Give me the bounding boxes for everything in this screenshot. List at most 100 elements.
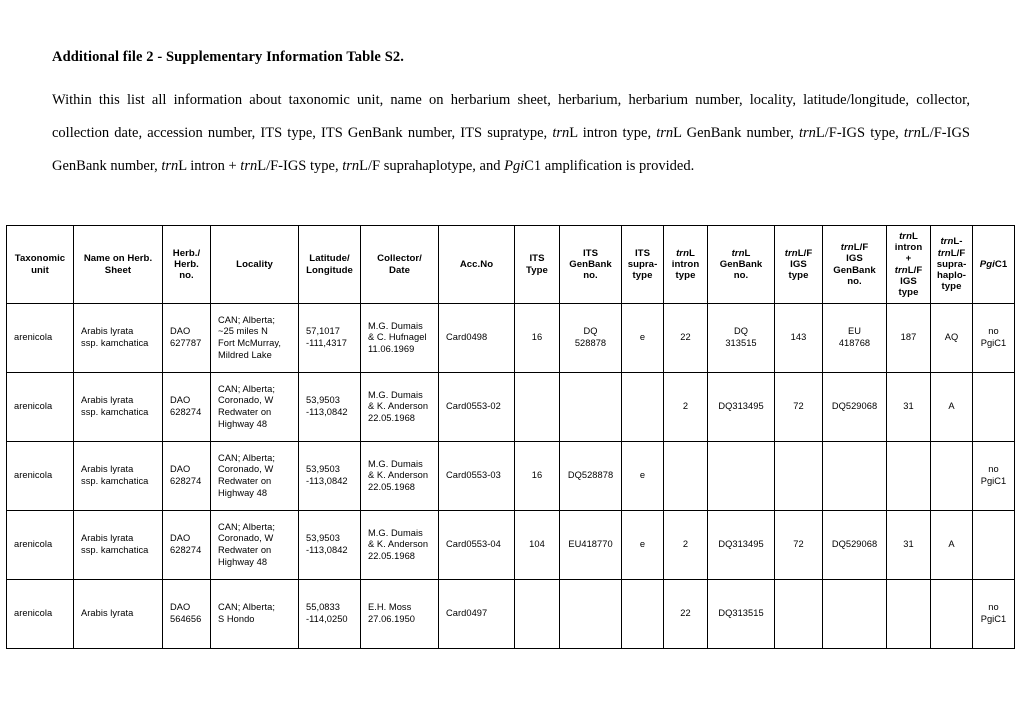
cell-its_supratype — [621, 579, 664, 649]
cell-line: Arabis lyrata — [81, 326, 134, 337]
intro-text-6: L intron + — [178, 158, 241, 174]
column-header-its-supratype: ITS supra-type — [621, 225, 664, 304]
column-header-line: type — [632, 270, 653, 282]
cell-taxonomic_unit: arenicola — [6, 579, 74, 649]
column-header-line: IGS — [846, 253, 863, 265]
cell-its_type: 16 — [514, 303, 560, 373]
cell-trnlf_igs_type — [774, 441, 823, 511]
cell-line: 27.06.1950 — [368, 614, 416, 624]
cell-line: 528878 — [574, 338, 607, 348]
supplementary-table-wrapper: Taxonomic unit Name on Herb. Sheet Herb./Her… — [6, 225, 1015, 649]
cell-line: arenicola — [14, 539, 53, 550]
italic-prefix: trn — [899, 230, 913, 242]
cell-line: S Hondo — [218, 614, 255, 624]
column-header-line: Collector/ — [377, 253, 422, 265]
cell-taxonomic_unit: arenicola — [6, 303, 74, 373]
cell-acc_no: Card0497 — [438, 579, 515, 649]
cell-line: 187 — [900, 332, 917, 343]
cell-line: PgiC1 — [980, 476, 1007, 486]
italic-prefix: trn — [894, 264, 908, 276]
cell-line: M.G. Dumais — [368, 320, 423, 331]
cell-locality: CAN; Alberta; S Hondo — [210, 579, 299, 649]
cell-line: A — [948, 539, 955, 550]
cell-line: DQ — [583, 326, 598, 337]
supplementary-table-s2: Taxonomic unit Name on Herb. Sheet Herb./Her… — [6, 225, 1015, 649]
cell-trnlf_igs_type: 72 — [774, 372, 823, 442]
cell-line: Arabis lyrata — [81, 608, 134, 619]
cell-acc_no: Card0498 — [438, 303, 515, 373]
table-body: arenicola Arabis lyrata ssp. kamchatica DAO… — [6, 303, 1015, 649]
cell-collector_date: M.G. Dumais & K. Anderson 22.05.1968 — [360, 441, 439, 511]
italic-prefix: trn — [840, 242, 854, 254]
cell-line: no — [988, 326, 999, 337]
cell-its_supratype: e — [621, 441, 664, 511]
column-header-line: Herb. — [174, 258, 199, 270]
table-header-row: Taxonomic unit Name on Herb. Sheet Herb./Her… — [6, 225, 1015, 304]
cell-its_genbank_no: DQ528878 — [559, 303, 622, 373]
cell-line: 564656 — [170, 614, 202, 624]
cell-line: 53,9503 — [306, 395, 340, 406]
cell-line: 2 — [682, 401, 689, 412]
column-header-line: Locality — [236, 258, 273, 270]
cell-line: Coronado, W — [218, 395, 274, 406]
table-head: Taxonomic unit Name on Herb. Sheet Herb./Her… — [6, 225, 1015, 304]
cell-line: 16 — [531, 332, 543, 343]
cell-line: ssp. kamchatica — [81, 407, 149, 417]
cell-trnlf_igs_genbank_no: DQ529068 — [822, 510, 887, 580]
cell-line: CAN; Alberta; — [218, 383, 275, 394]
cell-herb_no: DAO 628274 — [162, 510, 211, 580]
italic-prefix: trn — [731, 247, 745, 259]
intro-text-8: L/F suprahaplotype, and — [359, 158, 505, 174]
cell-name_on_herb_sheet: Arabis lyrata ssp. kamchatica — [73, 510, 163, 580]
cell-its_type — [514, 579, 560, 649]
cell-trnl_trnlf_suprahaplotype: AQ — [930, 303, 973, 373]
column-header-line: ITS — [529, 253, 545, 265]
column-header-trnlf-igs-type: trnL/F IGS type — [774, 225, 823, 304]
cell-its_supratype: e — [621, 510, 664, 580]
column-header-line: GenBank — [569, 258, 612, 270]
intro-italic-trn-6: trn — [240, 158, 258, 174]
cell-trnl_genbank_no — [707, 441, 775, 511]
italic-prefix: trn — [676, 247, 690, 259]
cell-line: Highway 48 — [218, 487, 268, 498]
cell-name_on_herb_sheet: Arabis lyrata ssp. kamchatica — [73, 303, 163, 373]
column-header-line: type — [898, 286, 919, 298]
cell-trnlf_igs_genbank_no: EU 418768 — [822, 303, 887, 373]
column-header-lat-long: Latitude/Longitude — [298, 225, 361, 304]
cell-line: -114,0250 — [306, 614, 348, 624]
column-header-trnl-intron-type: trnL intron type — [663, 225, 708, 304]
cell-line: A — [948, 401, 955, 412]
column-header-line: Longitude — [306, 264, 353, 276]
cell-trnl_intron_plus_igs_type: 31 — [886, 510, 931, 580]
cell-line: Arabis lyrata — [81, 464, 134, 475]
column-header-line: PgiC1 — [979, 258, 1008, 270]
table-row: arenicola Arabis lyrata ssp. kamchatica DAO… — [6, 441, 1015, 511]
cell-line: 31 — [903, 401, 914, 412]
cell-line: 53,9503 — [306, 464, 340, 475]
cell-line: no — [988, 602, 999, 613]
column-header-line: trnL — [731, 247, 751, 259]
column-header-taxonomic-unit: Taxonomic unit — [6, 225, 74, 304]
cell-line: Card0553-03 — [446, 470, 501, 481]
cell-herb_no: DAO 628274 — [162, 372, 211, 442]
cell-trnl_intron_type: 22 — [663, 579, 708, 649]
cell-acc_no: Card0553-02 — [438, 372, 515, 442]
cell-line: 57,1017 — [306, 326, 340, 337]
column-header-line: GenBank — [719, 258, 763, 270]
cell-pgic1: no PgiC1 — [972, 303, 1015, 373]
cell-trnlf_igs_genbank_no — [822, 579, 887, 649]
column-header-acc-no: Acc.No — [438, 225, 515, 304]
cell-line: CAN; Alberta; — [218, 452, 275, 463]
column-header-line: type — [941, 281, 962, 293]
cell-its_genbank_no — [559, 579, 622, 649]
cell-its_supratype — [621, 372, 664, 442]
cell-line: DQ529068 — [831, 539, 878, 550]
cell-line: ~25 miles N — [218, 326, 268, 337]
cell-taxonomic_unit: arenicola — [6, 510, 74, 580]
cell-line: M.G. Dumais — [368, 458, 423, 469]
cell-line: 628274 — [170, 407, 202, 417]
column-header-locality: Locality — [210, 225, 299, 304]
cell-line: DQ528878 — [567, 470, 614, 481]
cell-herb_no: DAO 627787 — [162, 303, 211, 373]
intro-text-7: L/F-IGS type, — [257, 158, 343, 174]
